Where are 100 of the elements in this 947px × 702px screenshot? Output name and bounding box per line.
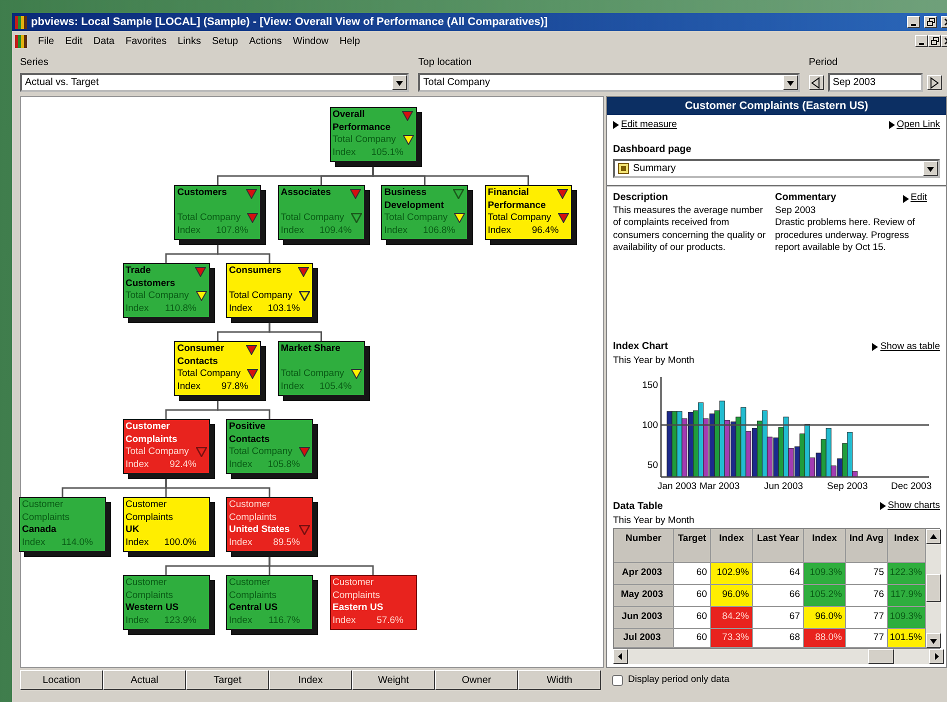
tick-label: 150 bbox=[642, 380, 658, 390]
index-label: Index bbox=[229, 302, 252, 315]
restore-button[interactable] bbox=[928, 35, 941, 47]
menu-item[interactable]: Links bbox=[178, 34, 201, 48]
panel-link[interactable]: Edit measure bbox=[621, 118, 677, 132]
node-title: Business Development bbox=[384, 187, 445, 212]
connector-line bbox=[217, 398, 270, 419]
node-location: Total Company bbox=[332, 134, 396, 146]
node-location: Western US bbox=[126, 602, 179, 614]
table-cell: 84.2% bbox=[711, 606, 753, 629]
restore-icon bbox=[930, 37, 938, 45]
index-value: 105.1% bbox=[371, 146, 404, 159]
column-button[interactable]: Width bbox=[518, 670, 601, 690]
panel-link[interactable]: Show charts bbox=[888, 498, 940, 514]
menu-item[interactable]: Edit bbox=[65, 34, 82, 48]
table-cell: 117.9% bbox=[888, 584, 926, 607]
panel-link[interactable]: Open Link bbox=[896, 118, 940, 132]
column-header: Index bbox=[888, 528, 926, 563]
column-button[interactable]: Location bbox=[20, 670, 103, 690]
index-value: 100.0% bbox=[164, 536, 196, 549]
scroll-down-button[interactable] bbox=[926, 632, 941, 648]
horizontal-scrollbar[interactable] bbox=[613, 648, 944, 664]
index-label: Index bbox=[22, 536, 46, 549]
tree-node[interactable]: Customer Complaints Eastern US Index 57.6% bbox=[330, 575, 416, 630]
node-location: Total Company bbox=[177, 368, 241, 380]
table-cell: Apr 2003 bbox=[614, 562, 674, 585]
triangle-icon bbox=[928, 76, 940, 88]
field-label: Period bbox=[808, 56, 839, 70]
menu-item[interactable]: Actions bbox=[249, 34, 282, 48]
table-cell: 109.3% bbox=[888, 606, 926, 629]
dropdown-button[interactable] bbox=[782, 75, 798, 90]
table-cell: Jul 2003 bbox=[614, 628, 674, 648]
column-button[interactable]: Owner bbox=[435, 670, 518, 690]
index-label: Index bbox=[488, 224, 511, 237]
node-title: Customer Complaints bbox=[332, 577, 382, 602]
column-header: Target bbox=[674, 528, 711, 563]
triangle-icon bbox=[888, 121, 895, 130]
index-label: Index bbox=[384, 224, 408, 237]
checkbox[interactable] bbox=[612, 674, 623, 686]
dropdown-button[interactable] bbox=[392, 75, 408, 90]
field-label: Top location bbox=[418, 56, 473, 70]
connector-line bbox=[268, 320, 322, 341]
node-location: Total Company bbox=[229, 446, 292, 458]
panel-link[interactable]: Show as table bbox=[880, 340, 940, 354]
index-label: Index bbox=[280, 380, 304, 393]
dashboard-dropdown[interactable]: Summary bbox=[613, 159, 940, 178]
location-dropdown[interactable]: Total Company bbox=[418, 73, 800, 92]
index-value: 110.8% bbox=[164, 302, 196, 315]
column-button[interactable]: Actual bbox=[103, 670, 186, 690]
node-location: Total Company bbox=[177, 212, 241, 224]
section-heading: Description bbox=[613, 192, 670, 205]
node-title: Overall Performance bbox=[332, 109, 392, 134]
index-value: 116.7% bbox=[268, 614, 300, 627]
index-label: Index bbox=[126, 536, 149, 549]
tick-label: Mar 2003 bbox=[700, 480, 740, 492]
connector-line bbox=[217, 242, 270, 263]
column-button[interactable]: Index bbox=[269, 670, 352, 690]
tick-label: Dec 2003 bbox=[890, 480, 932, 492]
node-title: Customer Complaints bbox=[126, 421, 178, 446]
node-location: Total Company bbox=[384, 212, 448, 224]
vertical-scrollbar[interactable] bbox=[926, 528, 941, 648]
next-button[interactable] bbox=[926, 75, 942, 90]
dropdown-button[interactable] bbox=[923, 161, 938, 176]
page-icon bbox=[618, 163, 629, 174]
tick-label: 50 bbox=[647, 460, 658, 470]
app-icon bbox=[15, 34, 27, 48]
scroll-thumb[interactable] bbox=[926, 574, 941, 602]
node-title: Consumer Contacts bbox=[177, 343, 226, 368]
restore-button[interactable] bbox=[924, 16, 937, 28]
commentary-text: Drastic problems here. Review of procedures underway. Progress report available by Oct 15. bbox=[775, 217, 916, 255]
menu-item[interactable]: Favorites bbox=[125, 34, 167, 48]
section-heading: Dashboard page bbox=[613, 143, 692, 158]
triangle-icon bbox=[872, 342, 878, 351]
scroll-left-button[interactable] bbox=[613, 648, 628, 664]
period-field[interactable]: Sep 2003 bbox=[828, 73, 923, 92]
column-button[interactable]: Target bbox=[186, 670, 269, 690]
menu-item[interactable]: Help bbox=[339, 34, 360, 48]
scroll-up-button[interactable] bbox=[926, 528, 941, 544]
triangle-icon bbox=[880, 502, 886, 510]
table-cell: 101.5% bbox=[888, 628, 926, 648]
table-cell: 102.9% bbox=[711, 562, 753, 585]
menu-item[interactable]: Setup bbox=[212, 34, 238, 48]
node-location: Total Company bbox=[488, 212, 552, 224]
tick-label: Sep 2003 bbox=[827, 480, 868, 492]
scroll-thumb[interactable] bbox=[868, 648, 894, 664]
menu-item[interactable]: Data bbox=[93, 34, 114, 48]
edit-link[interactable]: Edit bbox=[910, 192, 927, 205]
minimize-button[interactable] bbox=[915, 35, 928, 47]
node-title: Trade Customers bbox=[126, 265, 176, 290]
index-label: Index bbox=[229, 614, 252, 627]
series-dropdown[interactable]: Actual vs. Target bbox=[20, 73, 410, 92]
index-value: 89.5% bbox=[273, 536, 300, 549]
index-label: Index bbox=[126, 458, 149, 471]
column-button[interactable]: Weight bbox=[352, 670, 435, 690]
menu-item[interactable]: File bbox=[38, 34, 54, 48]
index-label: Index bbox=[229, 458, 252, 471]
scroll-right-button[interactable] bbox=[929, 648, 944, 664]
menu-item[interactable]: Window bbox=[292, 34, 328, 48]
previous-button[interactable] bbox=[808, 75, 824, 90]
minimize-button[interactable] bbox=[907, 16, 920, 28]
